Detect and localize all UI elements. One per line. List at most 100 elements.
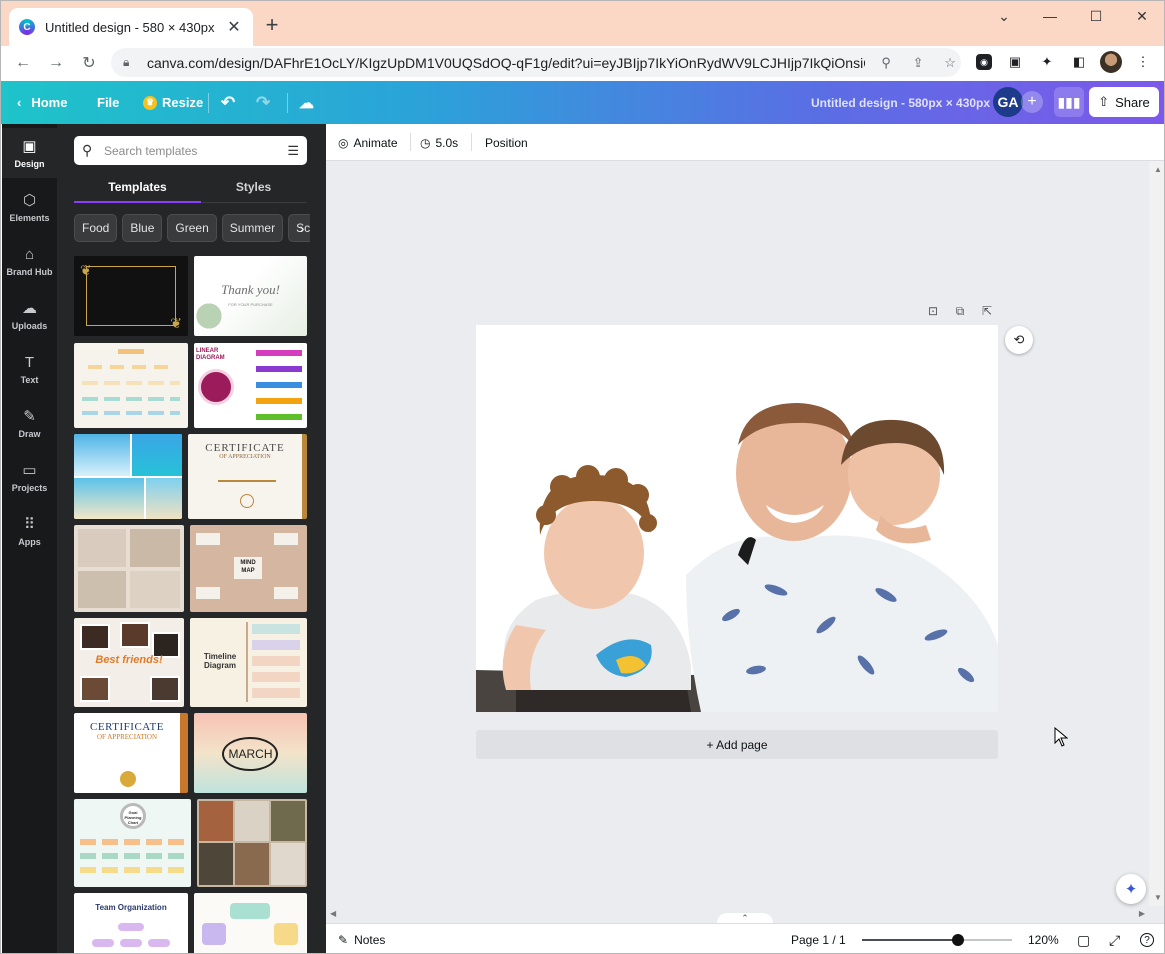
chip-food[interactable]: Food bbox=[74, 214, 118, 242]
expand-pages-icon[interactable]: ⌃ bbox=[717, 913, 773, 923]
rail-elements[interactable]: ⬡ Elements bbox=[2, 182, 57, 232]
fullscreen-icon[interactable]: ⤢ bbox=[1109, 924, 1120, 953]
rail-uploads[interactable]: ☁ Uploads bbox=[2, 290, 57, 340]
template-title: CERTIFICATE bbox=[205, 442, 285, 454]
extension-icon[interactable]: ◉ bbox=[976, 54, 992, 70]
rail-projects[interactable]: ▭ Projects bbox=[2, 452, 57, 502]
template-thumb[interactable] bbox=[74, 434, 182, 519]
rail-brand-hub[interactable]: ⌂ Brand Hub bbox=[2, 236, 57, 286]
family-photo[interactable] bbox=[476, 325, 998, 712]
add-page-button[interactable]: + Add page bbox=[476, 730, 998, 759]
add-page-icon[interactable]: ⇱ bbox=[979, 303, 995, 319]
tab-styles[interactable]: Styles bbox=[197, 180, 310, 202]
animate-button[interactable]: ◎ Animate bbox=[338, 124, 398, 161]
filter-sliders-icon[interactable]: ☰ bbox=[287, 143, 299, 159]
template-thumb[interactable]: MARCH bbox=[194, 713, 307, 793]
insights-chart-icon[interactable]: ▮▮▮ bbox=[1054, 87, 1084, 117]
template-thumb[interactable] bbox=[194, 893, 307, 953]
chevron-right-icon[interactable]: › bbox=[294, 219, 310, 237]
comment-refresh-icon[interactable]: ⟲ bbox=[1005, 326, 1033, 354]
chrome-menu-icon[interactable]: ⋮ bbox=[1132, 51, 1154, 73]
toolbar-divider bbox=[410, 133, 411, 151]
template-thumb[interactable]: Thank you! FOR YOUR PURCHASE bbox=[194, 256, 307, 336]
template-thumb[interactable] bbox=[197, 799, 307, 887]
url-bar[interactable]: 🔒︎ canva.com/design/DAFhrE1OcLY/KIgzUpDM… bbox=[111, 48, 961, 77]
apps-grid-icon: ⠿ bbox=[24, 515, 35, 533]
pages-grid-icon[interactable]: ▢ bbox=[1077, 924, 1090, 953]
template-thumb[interactable]: Timeline Diagram bbox=[190, 618, 307, 707]
chip-blue[interactable]: Blue bbox=[122, 214, 163, 242]
template-thumb[interactable] bbox=[74, 343, 188, 428]
template-subtitle: OF APPRECIATION bbox=[96, 733, 158, 741]
rail-label: Elements bbox=[9, 212, 50, 223]
back-button[interactable]: ← bbox=[10, 50, 36, 76]
animate-label: Animate bbox=[353, 135, 398, 150]
rail-apps[interactable]: ⠿ Apps bbox=[2, 506, 57, 556]
tab-search-icon[interactable]: ⌄ bbox=[981, 5, 1027, 27]
template-thumb[interactable]: Goal Planning Chart bbox=[74, 799, 191, 887]
cloud-saved-icon[interactable]: ☁ bbox=[299, 81, 314, 124]
maximize-button[interactable]: ☐ bbox=[1073, 5, 1119, 27]
document-title[interactable]: Untitled design - 580px × 430px bbox=[811, 81, 990, 124]
picture-in-picture-icon[interactable]: ▣ bbox=[1004, 51, 1026, 73]
share-button[interactable]: ⇧ Share bbox=[1089, 87, 1159, 117]
template-thumb[interactable]: Best friends! bbox=[74, 618, 184, 707]
share-page-icon[interactable]: ⇪ bbox=[907, 52, 929, 74]
help-button[interactable]: ? bbox=[1140, 924, 1154, 953]
page-indicator[interactable]: Page 1 / 1 bbox=[791, 924, 846, 953]
rail-text[interactable]: T Text bbox=[2, 344, 57, 394]
elements-icon: ⬡ bbox=[22, 191, 37, 209]
duplicate-page-icon[interactable]: ⧉ bbox=[952, 303, 968, 319]
home-button[interactable]: ‹ Home bbox=[17, 81, 67, 124]
profile-avatar[interactable] bbox=[1100, 51, 1122, 73]
search-box[interactable]: ⚲ ☰ bbox=[74, 136, 307, 165]
file-menu-button[interactable]: File bbox=[97, 81, 119, 124]
zoom-slider-handle[interactable] bbox=[952, 934, 964, 946]
tab-templates[interactable]: Templates bbox=[74, 180, 201, 202]
template-thumb[interactable]: LINEAR DIAGRAM bbox=[194, 343, 307, 428]
template-thumb[interactable]: CERTIFICATE OF APPRECIATION bbox=[74, 713, 188, 793]
scroll-left-icon[interactable]: ◀ bbox=[330, 909, 336, 918]
template-thumb[interactable]: ❦ ❦ bbox=[74, 256, 188, 336]
templates-panel: ⚲ ☰ Templates Styles Food Blue Green Sum… bbox=[57, 124, 326, 953]
close-tab-icon[interactable]: ✕ bbox=[225, 18, 243, 36]
scroll-right-icon[interactable]: ▶ bbox=[1139, 909, 1145, 918]
new-tab-button[interactable]: + bbox=[260, 12, 284, 37]
search-input[interactable] bbox=[104, 143, 288, 158]
position-button[interactable]: Position bbox=[485, 124, 528, 161]
chip-summer[interactable]: Summer bbox=[221, 214, 284, 242]
resize-button[interactable]: ♛ Resize bbox=[143, 81, 203, 124]
scroll-down-icon[interactable]: ▼ bbox=[1154, 893, 1162, 902]
invite-plus-icon[interactable]: + bbox=[1021, 91, 1043, 113]
crown-icon: ♛ bbox=[143, 95, 157, 110]
rail-label: Apps bbox=[18, 536, 41, 547]
side-panel-icon[interactable]: ◧ bbox=[1068, 51, 1090, 73]
bookmark-star-icon[interactable]: ☆ bbox=[939, 52, 961, 74]
vertical-scrollbar[interactable]: ▲ ▼ bbox=[1149, 161, 1164, 906]
template-thumb[interactable]: Team Organization bbox=[74, 893, 188, 953]
user-avatar[interactable]: GA bbox=[993, 87, 1023, 117]
forward-button[interactable]: → bbox=[43, 50, 69, 76]
design-page[interactable] bbox=[476, 325, 998, 712]
magic-sparkle-icon[interactable]: ✦ bbox=[1116, 874, 1146, 904]
minimize-button[interactable]: — bbox=[1027, 5, 1073, 27]
duration-button[interactable]: ◷ 5.0s bbox=[420, 124, 458, 161]
scroll-up-icon[interactable]: ▲ bbox=[1154, 165, 1162, 174]
zoom-icon[interactable]: ⚲ bbox=[875, 52, 897, 74]
browser-tab[interactable]: C Untitled design - 580 × 430px ✕ bbox=[9, 8, 253, 46]
zoom-level[interactable]: 120% bbox=[1028, 924, 1059, 953]
rail-draw[interactable]: ✎ Draw bbox=[2, 398, 57, 448]
rail-design[interactable]: ▣ Design bbox=[2, 128, 57, 178]
extensions-puzzle-icon[interactable]: ✦ bbox=[1036, 51, 1058, 73]
lock-icon[interactable]: ⊡ bbox=[925, 303, 941, 319]
zoom-slider[interactable] bbox=[862, 934, 1012, 946]
chip-green[interactable]: Green bbox=[167, 214, 217, 242]
redo-icon[interactable]: ↷ bbox=[256, 81, 270, 124]
template-thumb[interactable] bbox=[74, 525, 184, 612]
close-window-button[interactable]: ✕ bbox=[1119, 5, 1164, 27]
notes-button[interactable]: ✎ Notes bbox=[338, 924, 385, 953]
reload-button[interactable]: ↻ bbox=[76, 50, 102, 76]
template-thumb[interactable]: CERTIFICATE OF APPRECIATION bbox=[188, 434, 307, 519]
undo-icon[interactable]: ↶ bbox=[221, 81, 235, 124]
template-thumb[interactable]: MIND MAP bbox=[190, 525, 307, 612]
